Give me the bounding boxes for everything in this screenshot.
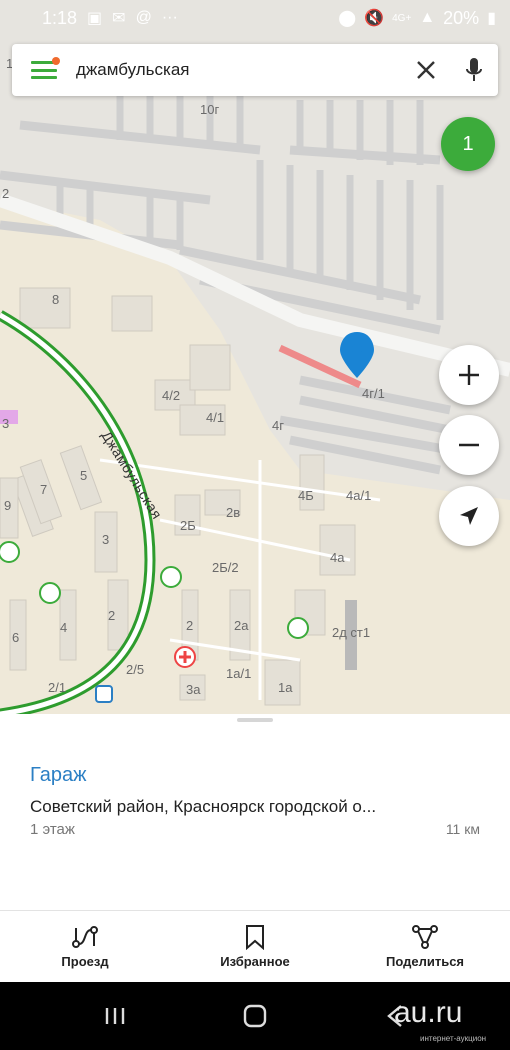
- map-canvas: [0, 0, 510, 714]
- map-label: 1а: [278, 680, 293, 695]
- map-label: 2Б/2: [212, 560, 239, 575]
- at-icon: @: [135, 9, 152, 26]
- signal-icon: ▲: [419, 9, 436, 26]
- map-label: 3а: [186, 682, 201, 697]
- map-label: 4Б: [298, 488, 314, 503]
- map-label: 1а/1: [226, 666, 252, 681]
- results-count-badge[interactable]: 1: [441, 117, 495, 171]
- map-label: 2д ст1: [332, 625, 371, 640]
- action-bar: Проезд Избранное Поделиться: [0, 910, 510, 982]
- route-label: Проезд: [61, 954, 109, 969]
- map-label: 4/1: [206, 410, 225, 425]
- minus-icon: [459, 443, 479, 447]
- network-type: 4G+: [392, 12, 412, 24]
- map-label: 4а/1: [346, 488, 372, 503]
- plus-icon: [459, 365, 479, 385]
- place-address: Советский район, Красноярск городской о.…: [30, 797, 377, 816]
- map-label: 2: [108, 608, 116, 623]
- recent-apps-icon: [105, 1008, 125, 1024]
- map-label: 2: [2, 186, 10, 201]
- battery-icon: ▮: [487, 10, 496, 27]
- route-icon: [72, 926, 98, 948]
- battery-level: 20%: [443, 7, 480, 28]
- status-time: 1:18: [42, 7, 78, 28]
- map-label: 4а: [330, 550, 345, 565]
- mute-icon: 🔇: [364, 10, 385, 27]
- zoom-out-button[interactable]: [439, 415, 499, 475]
- clear-search-button[interactable]: [402, 44, 450, 96]
- location-icon: ⬤: [338, 10, 357, 27]
- place-floor: 1 этаж: [30, 821, 75, 838]
- watermark-logo: au.ru: [394, 996, 463, 1029]
- drag-handle[interactable]: [237, 718, 273, 722]
- microphone-icon: [466, 58, 482, 81]
- voice-search-button[interactable]: [450, 44, 498, 96]
- mail-icon: ✉: [112, 10, 126, 27]
- home-button[interactable]: [210, 982, 300, 1050]
- map-label: 2/1: [48, 680, 67, 695]
- bookmark-icon: [246, 925, 264, 950]
- search-bar: [12, 44, 498, 96]
- home-icon: [243, 1004, 267, 1028]
- my-location-button[interactable]: [439, 486, 499, 546]
- map-label: 4: [60, 620, 68, 635]
- menu-button[interactable]: [12, 44, 76, 96]
- photo-icon: ▣: [87, 10, 103, 27]
- map-label: 2Б: [180, 518, 196, 533]
- recent-apps-button[interactable]: [70, 982, 160, 1050]
- map-label: 2: [186, 618, 194, 633]
- map-label: 2в: [226, 505, 241, 520]
- route-button[interactable]: Проезд: [0, 911, 170, 982]
- watermark-subtitle: интернет-аукцион: [420, 1034, 487, 1043]
- share-icon: [412, 925, 438, 949]
- favorites-button[interactable]: Избранное: [170, 911, 340, 982]
- more-icon: ···: [161, 9, 178, 26]
- search-input[interactable]: [76, 60, 402, 80]
- place-title[interactable]: Гараж: [30, 764, 86, 787]
- map-label: 9: [4, 498, 12, 513]
- navigation-arrow-icon: [460, 507, 478, 525]
- status-bar: 1:18 ▣ ✉ @ ··· ⬤ 🔇 4G+ ▲ 20% ▮: [0, 0, 510, 36]
- map-label: 2/5: [126, 662, 145, 677]
- zoom-in-button[interactable]: [439, 345, 499, 405]
- favorites-label: Избранное: [220, 954, 290, 969]
- map-label: 4/2: [162, 388, 181, 403]
- map-label: 10г: [200, 102, 220, 117]
- close-icon: [417, 61, 435, 79]
- map-label: 5: [80, 468, 88, 483]
- share-button[interactable]: Поделиться: [340, 911, 510, 982]
- map-label: 7: [40, 482, 48, 497]
- map-label: 3: [2, 416, 10, 431]
- map-label: 6: [12, 630, 20, 645]
- map-label: 8: [52, 292, 60, 307]
- map-view[interactable]: 10г 8 4/2 4/1 4г/1 4г 4Б 4а/1 5 7 9 3 2Б…: [0, 0, 510, 714]
- map-label: 4г: [272, 418, 284, 433]
- map-label: 3: [102, 532, 110, 547]
- map-label: 4г/1: [362, 386, 385, 401]
- map-label: 2а: [234, 618, 249, 633]
- place-distance: 11 км: [445, 821, 480, 837]
- notification-dot: [52, 57, 60, 65]
- share-label: Поделиться: [385, 954, 465, 969]
